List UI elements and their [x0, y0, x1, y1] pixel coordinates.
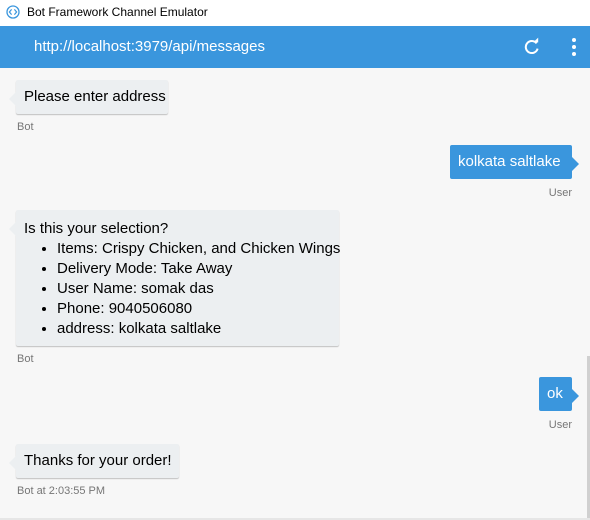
message-text: Thanks for your order! — [24, 452, 172, 469]
window-title: Bot Framework Channel Emulator — [27, 5, 208, 19]
message-text: kolkata saltlake — [458, 153, 561, 170]
message-sender: Bot — [17, 121, 34, 133]
list-item: Delivery Mode: Take Away — [57, 259, 331, 279]
user-message[interactable]: ok — [539, 377, 579, 411]
message-text: Please enter address — [24, 88, 166, 105]
message-sender: User — [548, 419, 572, 431]
bot-message[interactable]: Thanks for your order! — [9, 444, 179, 478]
endpoint-url[interactable]: http://localhost:3979/api/messages — [34, 38, 265, 55]
list-item: User Name: somak das — [57, 279, 331, 299]
bot-message[interactable]: Please enter address — [9, 80, 168, 114]
window-titlebar: Bot Framework Channel Emulator — [0, 0, 590, 26]
message-sender: Bot — [17, 353, 34, 365]
list-item: Phone: 9040506080 — [57, 299, 331, 319]
bot-selection-summary[interactable]: Is this your selection? Items: Crispy Ch… — [9, 210, 340, 346]
user-message[interactable]: kolkata saltlake — [450, 145, 579, 179]
refresh-icon[interactable] — [522, 37, 542, 57]
message-text: ok — [547, 385, 563, 402]
message-sender: User — [548, 187, 572, 199]
message-timestamp: Bot at 2:03:55 PM — [17, 485, 106, 497]
list-item: address: kolkata saltlake — [57, 319, 331, 339]
selection-list: Items: Crispy Chicken, and Chicken Wings… — [24, 239, 340, 339]
list-item: Items: Crispy Chicken, and Chicken Wings — [57, 239, 340, 259]
more-vertical-icon[interactable] — [564, 36, 584, 58]
address-bar: http://localhost:3979/api/messages — [0, 26, 590, 68]
message-text: Is this your selection? — [24, 220, 169, 237]
bot-emulator-app-icon — [6, 5, 20, 19]
